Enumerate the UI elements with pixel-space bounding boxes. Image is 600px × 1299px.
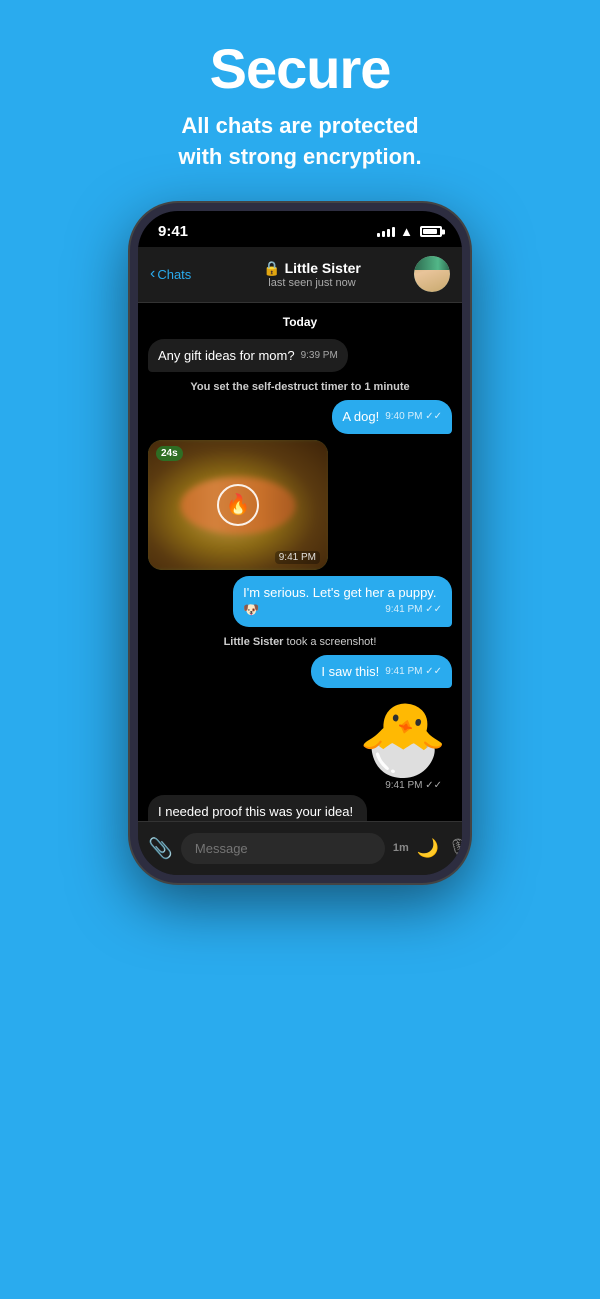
- media-message-row: 🔥 24s 9:41 PM: [148, 440, 452, 570]
- status-bar: 9:41 ▲: [138, 211, 462, 247]
- media-bubble[interactable]: 🔥 24s 9:41 PM: [148, 440, 328, 570]
- moon-icon[interactable]: 🌙: [417, 838, 439, 859]
- hero-title: Secure: [210, 36, 391, 101]
- message-bubble: A dog! 9:40 PM ✓✓: [332, 400, 452, 434]
- message-row: A dog! 9:40 PM ✓✓: [148, 400, 452, 434]
- phone-mockup: 9:41 ▲ ‹ Chats: [130, 203, 470, 883]
- timer-indicator: 1m: [393, 842, 409, 854]
- message-time: 9:41 PM ✓✓: [385, 603, 442, 617]
- avatar-hair: [414, 256, 450, 270]
- message-bubble: Any gift ideas for mom? 9:39 PM: [148, 339, 348, 373]
- chat-area: Today Any gift ideas for mom? 9:39 PM Yo…: [138, 303, 462, 821]
- back-chevron-icon: ‹: [150, 265, 155, 283]
- fire-icon: 🔥: [226, 492, 251, 517]
- message-bubble: I saw this! 9:41 PM ✓✓: [311, 655, 452, 689]
- back-label: Chats: [157, 267, 191, 282]
- sticker-time: 9:41 PM ✓✓: [358, 780, 448, 791]
- mic-icon[interactable]: 🎙: [447, 838, 470, 859]
- read-ticks: ✓✓: [425, 411, 442, 422]
- status-time: 9:41: [158, 223, 188, 240]
- message-bubble: I'm serious. Let's get her a puppy. 🐶 9:…: [233, 576, 452, 627]
- status-icons: ▲: [377, 224, 442, 239]
- message-input[interactable]: [181, 833, 385, 864]
- contact-name: 🔒 Little Sister: [263, 260, 361, 277]
- message-time: 9:39 PM: [301, 349, 338, 363]
- contact-status: last seen just now: [268, 277, 355, 289]
- date-divider: Today: [148, 315, 452, 329]
- sticker: 🐣: [358, 694, 448, 784]
- read-ticks: ✓✓: [425, 604, 442, 615]
- input-bar: 📎 1m 🌙 🎙: [138, 821, 462, 875]
- message-row: Any gift ideas for mom? 9:39 PM: [148, 339, 452, 373]
- avatar[interactable]: [414, 256, 450, 292]
- media-time: 9:41 PM: [275, 551, 320, 564]
- phone-screen: 9:41 ▲ ‹ Chats: [130, 203, 470, 883]
- message-text: Any gift ideas for mom?: [158, 348, 295, 363]
- hero-subtitle: All chats are protectedwith strong encry…: [138, 111, 461, 173]
- attach-button[interactable]: 📎: [148, 836, 173, 861]
- read-ticks: ✓✓: [425, 666, 442, 677]
- screenshot-notice: Little Sister took a screenshot!: [148, 636, 452, 648]
- avatar-image: [414, 256, 450, 292]
- media-timer: 24s: [156, 446, 183, 461]
- sticker-row: 🐣 9:41 PM ✓✓: [148, 694, 452, 791]
- wifi-icon: ▲: [400, 224, 413, 239]
- system-message: You set the self-destruct timer to 1 min…: [148, 381, 452, 393]
- message-text: I saw this!: [321, 664, 379, 679]
- message-text: I needed proof this was your idea! 😨🤫: [158, 804, 353, 820]
- chat-header: ‹ Chats 🔒 Little Sister last seen just n…: [138, 247, 462, 303]
- message-time: 9:40 PM ✓✓: [385, 410, 442, 424]
- lock-icon: 🔒: [263, 260, 280, 277]
- message-row: I'm serious. Let's get her a puppy. 🐶 9:…: [148, 576, 452, 627]
- signal-icon: [377, 227, 395, 237]
- message-row: I saw this! 9:41 PM ✓✓: [148, 655, 452, 689]
- battery-icon: [420, 226, 442, 237]
- message-row: I needed proof this was your idea! 😨🤫 9:…: [148, 795, 452, 820]
- play-button[interactable]: 🔥: [217, 484, 259, 526]
- message-bubble: I needed proof this was your idea! 😨🤫 9:…: [148, 795, 367, 820]
- header-center: 🔒 Little Sister last seen just now: [210, 260, 414, 289]
- message-text: A dog!: [342, 409, 379, 424]
- message-time: 9:41 PM ✓✓: [385, 665, 442, 679]
- back-button[interactable]: ‹ Chats: [150, 265, 210, 283]
